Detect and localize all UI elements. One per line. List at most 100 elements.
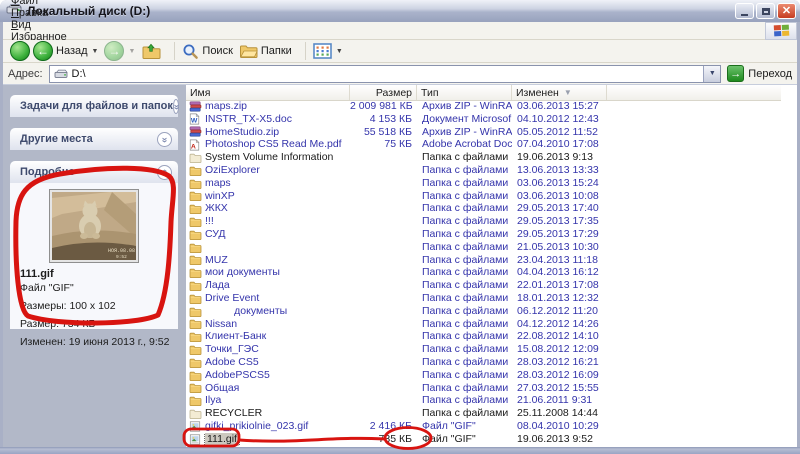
folders-button[interactable]: Папки xyxy=(239,43,292,59)
title-bar[interactable]: Локальный диск (D:) ✕ xyxy=(0,0,800,22)
file-size xyxy=(350,305,417,318)
panel-details[interactable]: Подробно » xyxy=(10,161,178,183)
file-size: 735 КБ xyxy=(350,433,417,446)
file-name: gifki_prikiolnie_023.gif xyxy=(205,420,308,433)
file-name: Общая xyxy=(205,382,239,395)
list-header: Имя Размер Тип Изменен▼ xyxy=(186,85,781,101)
file-modified: 15.08.2012 12:09 xyxy=(512,343,607,356)
chevron-up-icon[interactable]: » xyxy=(157,165,172,180)
back-label: Назад xyxy=(56,45,88,57)
file-row[interactable]: gifki_prikiolnie_023.gif2 416 КБФайл "GI… xyxy=(186,420,781,433)
views-dropdown-icon[interactable]: ▼ xyxy=(336,48,343,55)
file-size xyxy=(350,241,417,254)
file-row[interactable]: MUZПапка с файлами23.04.2013 11:18 xyxy=(186,254,781,267)
column-header-name[interactable]: Имя xyxy=(186,85,350,100)
back-dropdown-icon[interactable]: ▼ xyxy=(92,48,99,55)
file-row[interactable]: winXPПапка с файлами03.06.2013 10:08 xyxy=(186,190,781,203)
file-row[interactable]: AdobePSCS5Папка с файлами28.03.2012 16:0… xyxy=(186,369,781,382)
file-row[interactable]: Точки_ГЭСПапка с файлами15.08.2012 12:09 xyxy=(186,343,781,356)
file-type: Файл "GIF" xyxy=(417,420,512,433)
up-button[interactable] xyxy=(141,42,161,60)
file-size: 75 КБ xyxy=(350,138,417,151)
file-row[interactable]: NissanПапка с файлами04.12.2012 14:26 xyxy=(186,318,781,331)
file-row[interactable]: OziExplorerПапка с файлами13.06.2013 13:… xyxy=(186,164,781,177)
file-type: Папка с файлами xyxy=(417,318,512,331)
forward-button[interactable]: → ▼ xyxy=(104,41,135,61)
file-name: RECYCLER xyxy=(205,407,262,420)
window-bottom-border xyxy=(0,447,800,454)
file-modified: 03.06.2013 10:08 xyxy=(512,190,607,203)
file-row[interactable]: HomeStudio.zip55 518 КБАрхив ZIP - WinRA… xyxy=(186,126,781,139)
winrar-archive-icon xyxy=(189,101,202,112)
file-type: Папка с файлами xyxy=(417,254,512,267)
close-button[interactable]: ✕ xyxy=(777,3,796,19)
address-input[interactable]: D:\ ▼ xyxy=(49,65,722,83)
menu-item[interactable]: Правка xyxy=(3,7,75,19)
file-row[interactable]: RECYCLERПапка с файлами25.11.2008 14:44 xyxy=(186,407,781,420)
folder-icon xyxy=(189,331,202,342)
file-modified: 28.03.2012 16:09 xyxy=(512,369,607,382)
folder-icon xyxy=(189,203,202,214)
folder-icon xyxy=(189,357,202,368)
file-row[interactable]: документыПапка с файлами06.12.2012 11:20 xyxy=(186,305,781,318)
file-name: СУД xyxy=(205,228,226,241)
file-row[interactable]: APhotoshop CS5 Read Me.pdf75 КБAdobe Acr… xyxy=(186,138,781,151)
address-bar: Адрес: D:\ ▼ → Переход xyxy=(3,63,797,85)
file-modified: 27.03.2012 15:55 xyxy=(512,382,607,395)
file-type: Архив ZIP - WinRAR xyxy=(417,126,512,139)
file-row[interactable]: mapsПапка с файлами03.06.2013 15:24 xyxy=(186,177,781,190)
file-size xyxy=(350,292,417,305)
file-row[interactable]: Клиент-БанкПапка с файлами22.08.2012 14:… xyxy=(186,330,781,343)
chevron-down-icon[interactable]: » xyxy=(173,99,180,114)
svg-text:НОЯ.08.08: НОЯ.08.08 xyxy=(108,248,135,254)
file-row[interactable]: Drive EventПапка с файлами18.01.2013 12:… xyxy=(186,292,781,305)
file-row[interactable]: Adobe CS5Папка с файлами28.03.2012 16:21 xyxy=(186,356,781,369)
file-type: Папка с файлами xyxy=(417,177,512,190)
file-row[interactable]: !!!Папка с файлами29.05.2013 17:35 xyxy=(186,215,781,228)
file-modified: 08.04.2010 10:29 xyxy=(512,420,607,433)
forward-arrow-icon: → xyxy=(104,41,124,61)
folder-icon xyxy=(189,190,202,201)
file-row[interactable]: Папка с файлами21.05.2013 10:30 xyxy=(186,241,781,254)
maximize-button[interactable] xyxy=(756,3,775,19)
file-modified: 03.06.2013 15:24 xyxy=(512,177,607,190)
file-row[interactable]: мои документыПапка с файлами04.04.2013 1… xyxy=(186,266,781,279)
back-button[interactable]: ← Назад ▼ xyxy=(10,41,98,61)
file-row[interactable]: ЖКХПапка с файлами29.05.2013 17:40 xyxy=(186,202,781,215)
column-header-size[interactable]: Размер xyxy=(350,85,417,100)
file-modified: 21.06.2011 9:31 xyxy=(512,394,607,407)
file-row[interactable]: 111.gif735 КБФайл "GIF"19.06.2013 9:52 xyxy=(186,433,781,446)
file-list-view: Имя Размер Тип Изменен▼ maps.zip2 009 98… xyxy=(186,85,781,447)
file-type: Папка с файлами xyxy=(417,215,512,228)
file-size xyxy=(350,382,417,395)
search-button[interactable]: Поиск xyxy=(182,43,232,60)
file-size xyxy=(350,343,417,356)
file-type: Папка с файлами xyxy=(417,292,512,305)
column-header-type[interactable]: Тип xyxy=(417,85,512,100)
file-row[interactable]: ЛадаПапка с файлами22.01.2013 17:08 xyxy=(186,279,781,292)
folder-plain-icon xyxy=(189,408,202,419)
address-dropdown-icon[interactable]: ▼ xyxy=(703,66,720,82)
file-row[interactable]: ОбщаяПапка с файлами27.03.2012 15:55 xyxy=(186,382,781,395)
file-name: winXP xyxy=(205,190,235,203)
file-name: Лада xyxy=(205,279,230,292)
minimize-button[interactable] xyxy=(735,3,754,19)
file-row[interactable]: WINSTR_TX-X5.doc4 153 КБДокумент Microso… xyxy=(186,113,781,126)
column-header-modified[interactable]: Изменен▼ xyxy=(512,85,607,100)
panel-file-tasks[interactable]: Задачи для файлов и папок » xyxy=(10,95,178,117)
window-title: Локальный диск (D:) xyxy=(27,4,733,18)
file-type: Папка с файлами xyxy=(417,394,512,407)
panel-other-places[interactable]: Другие места » xyxy=(10,128,178,150)
file-row[interactable]: System Volume InformationПапка с файлами… xyxy=(186,151,781,164)
word-doc-icon: W xyxy=(189,113,202,125)
file-row[interactable]: maps.zip2 009 981 КБАрхив ZIP - WinRAR03… xyxy=(186,100,781,113)
file-type: Папка с файлами xyxy=(417,266,512,279)
folder-icon xyxy=(189,395,202,406)
file-row[interactable]: СУДПапка с файлами29.05.2013 17:29 xyxy=(186,228,781,241)
file-row[interactable]: IlyaПапка с файлами21.06.2011 9:31 xyxy=(186,394,781,407)
chevron-down-icon[interactable]: » xyxy=(157,132,172,147)
menu-item[interactable]: Вид xyxy=(3,19,75,31)
go-button[interactable]: → Переход xyxy=(727,65,792,82)
file-modified: 19.06.2013 9:13 xyxy=(512,151,607,164)
views-button[interactable]: ▼ xyxy=(313,43,343,59)
